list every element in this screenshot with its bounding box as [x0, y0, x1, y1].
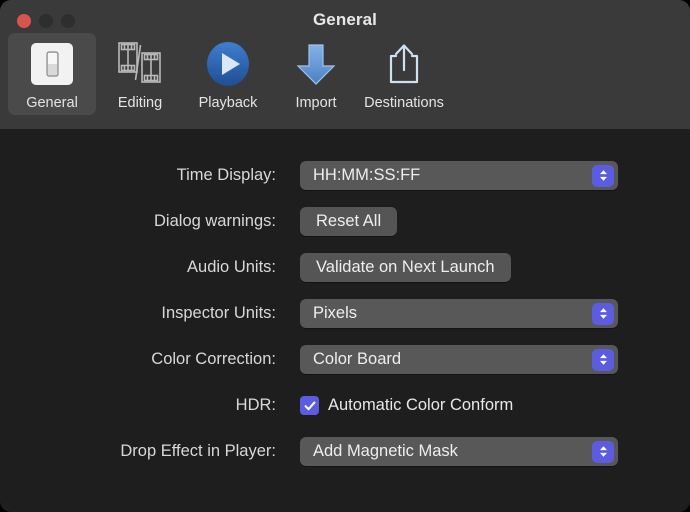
- toolbar-tabs: General: [8, 33, 448, 115]
- time-display-value: HH:MM:SS:FF: [313, 166, 420, 185]
- inspector-units-value: Pixels: [313, 304, 357, 323]
- row-drop-effect-in-player: Drop Effect in Player: Add Magnetic Mask: [0, 437, 690, 466]
- row-audio-units: Audio Units: Validate on Next Launch: [0, 253, 690, 282]
- preferences-content: Time Display: HH:MM:SS:FF Di: [0, 129, 690, 512]
- row-hdr: HDR: Automatic Color Conform: [0, 391, 690, 420]
- automatic-color-conform-label: Automatic Color Conform: [328, 396, 513, 415]
- inspector-units-label: Inspector Units:: [0, 304, 276, 323]
- window-title: General: [0, 10, 690, 30]
- color-correction-label: Color Correction:: [0, 350, 276, 369]
- preferences-window: General General: [0, 0, 690, 512]
- tab-destinations-label: Destinations: [364, 95, 444, 115]
- drop-effect-in-player-popup[interactable]: Add Magnetic Mask: [300, 437, 618, 466]
- tab-general[interactable]: General: [8, 33, 96, 115]
- share-box-icon: [379, 38, 429, 90]
- inspector-units-popup[interactable]: Pixels: [300, 299, 618, 328]
- audio-units-label: Audio Units:: [0, 258, 276, 277]
- tab-editing-label: Editing: [118, 95, 162, 115]
- time-display-control: HH:MM:SS:FF: [300, 161, 618, 190]
- chevron-updown-icon[interactable]: [592, 441, 614, 463]
- chevron-updown-icon[interactable]: [592, 303, 614, 325]
- tab-editing[interactable]: Editing: [96, 33, 184, 115]
- color-correction-control: Color Board: [300, 345, 618, 374]
- time-display-popup[interactable]: HH:MM:SS:FF: [300, 161, 618, 190]
- dialog-warnings-label: Dialog warnings:: [0, 212, 276, 231]
- tab-import[interactable]: Import: [272, 33, 360, 115]
- row-time-display: Time Display: HH:MM:SS:FF: [0, 161, 690, 190]
- tab-import-label: Import: [295, 95, 336, 115]
- row-inspector-units: Inspector Units: Pixels: [0, 299, 690, 328]
- row-color-correction: Color Correction: Color Board: [0, 345, 690, 374]
- drop-effect-in-player-value: Add Magnetic Mask: [313, 442, 458, 461]
- down-arrow-icon: [291, 38, 341, 90]
- validate-on-next-launch-button[interactable]: Validate on Next Launch: [300, 253, 511, 282]
- tab-playback-label: Playback: [199, 95, 258, 115]
- switch-icon: [29, 38, 75, 90]
- reset-all-button[interactable]: Reset All: [300, 207, 397, 236]
- chevron-updown-icon[interactable]: [592, 349, 614, 371]
- window-toolbar: General General: [0, 0, 690, 129]
- inspector-units-control: Pixels: [300, 299, 618, 328]
- row-dialog-warnings: Dialog warnings: Reset All: [0, 207, 690, 236]
- hdr-control: Automatic Color Conform: [300, 396, 513, 415]
- automatic-color-conform-checkbox[interactable]: [300, 396, 319, 415]
- play-circle-icon: [203, 38, 253, 90]
- automatic-color-conform-checkbox-row[interactable]: Automatic Color Conform: [300, 396, 513, 415]
- time-display-label: Time Display:: [0, 166, 276, 185]
- film-strips-icon: [115, 38, 165, 90]
- tab-playback[interactable]: Playback: [184, 33, 272, 115]
- general-settings-form: Time Display: HH:MM:SS:FF Di: [0, 161, 690, 483]
- chevron-updown-icon[interactable]: [592, 165, 614, 187]
- drop-effect-in-player-label: Drop Effect in Player:: [0, 442, 276, 461]
- drop-effect-in-player-control: Add Magnetic Mask: [300, 437, 618, 466]
- hdr-label: HDR:: [0, 396, 276, 415]
- color-correction-popup[interactable]: Color Board: [300, 345, 618, 374]
- color-correction-value: Color Board: [313, 350, 401, 369]
- audio-units-control: Validate on Next Launch: [300, 253, 511, 282]
- dialog-warnings-control: Reset All: [300, 207, 397, 236]
- tab-general-label: General: [26, 95, 78, 115]
- tab-destinations[interactable]: Destinations: [360, 33, 448, 115]
